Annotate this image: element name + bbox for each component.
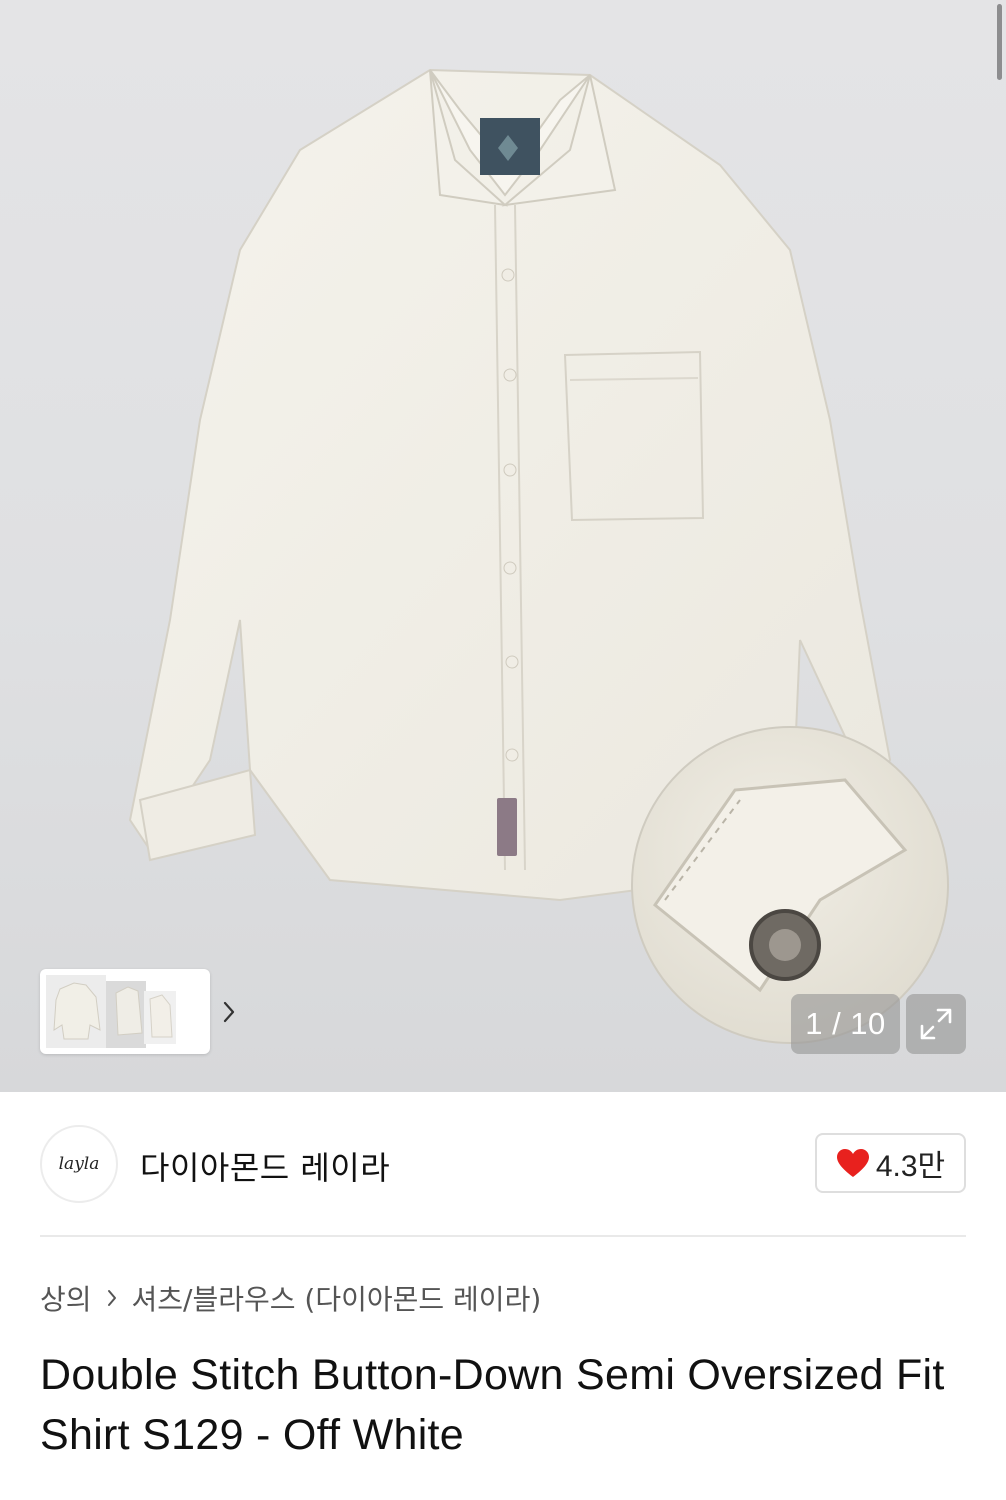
like-button[interactable]: 4.3만 [815,1133,966,1193]
expand-button[interactable] [906,994,966,1054]
scroll-indicator[interactable] [997,4,1002,80]
brand-logo-text: layla [58,1154,100,1174]
expand-arrows-icon [920,1008,952,1040]
product-image-gallery[interactable]: 1 / 10 [0,0,1006,1092]
product-title: Double Stitch Button-Down Semi Oversized… [40,1351,945,1459]
brand-name[interactable]: 다이아몬드 레이라 [140,1143,390,1189]
image-counter: 1 / 10 [791,994,900,1054]
chevron-right-icon [223,1001,235,1023]
brand-logo[interactable]: layla [40,1125,118,1203]
heart-icon [836,1149,869,1177]
like-count: 4.3만 [875,1150,946,1183]
breadcrumb-separator [106,1288,118,1308]
divider [40,1235,966,1237]
breadcrumb-category[interactable]: 상의 [40,1278,92,1318]
thumbnail-strip[interactable] [40,969,235,1054]
thumbnail-images[interactable] [46,975,176,1048]
chevron-right-icon [107,1290,116,1306]
product-image [128,68,949,1044]
breadcrumb: 상의 셔츠/블라우스 (다이아몬드 레이라) [40,1278,541,1318]
thumbnail-next-button[interactable] [214,995,244,1029]
breadcrumb-subcategory[interactable]: 셔츠/블라우스 (다이아몬드 레이라) [132,1278,542,1318]
brand-row: layla 다이아몬드 레이라 4.3만 [40,1125,966,1203]
